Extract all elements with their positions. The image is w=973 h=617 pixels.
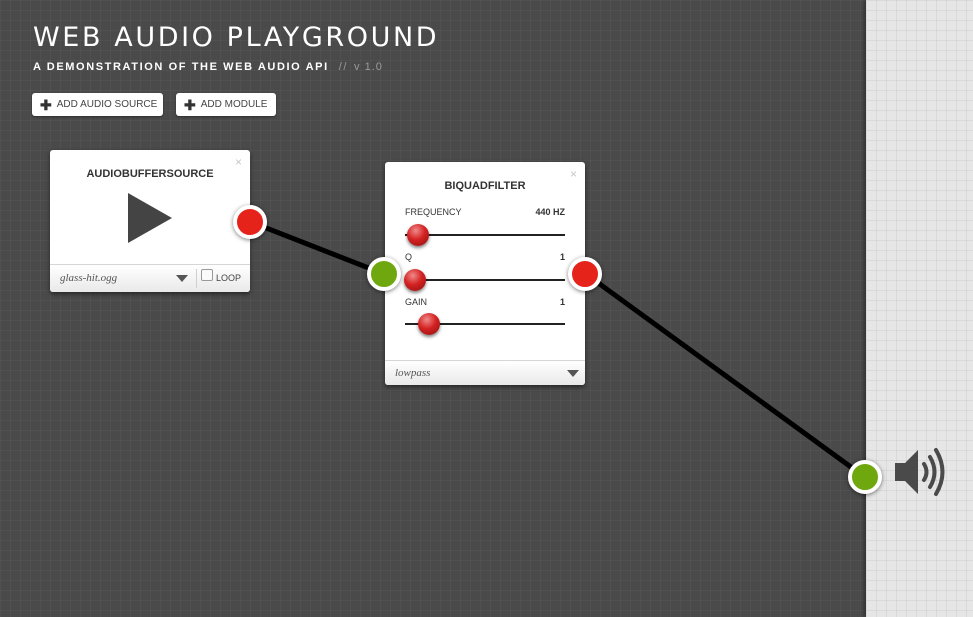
- filter-type-value: lowpass: [395, 367, 431, 379]
- filter-type-select[interactable]: lowpass: [385, 360, 585, 385]
- frequency-label: FREQUENCY: [405, 207, 462, 217]
- q-label: Q: [405, 252, 413, 262]
- chevron-down-icon: [176, 275, 188, 282]
- chevron-down-icon: [567, 370, 579, 377]
- cable-filter-to-output[interactable]: [584, 271, 868, 481]
- file-select[interactable]: glass-hit.ogg: [50, 265, 196, 292]
- filter-output-port[interactable]: [568, 257, 602, 291]
- close-icon[interactable]: ×: [235, 156, 242, 168]
- play-icon[interactable]: [128, 193, 172, 243]
- biquad-filter-module[interactable]: × BIQUADFILTER FREQUENCY 440 HZ Q 1 GAIN…: [385, 162, 585, 385]
- frequency-slider-knob[interactable]: [406, 224, 429, 246]
- footer-divider: [196, 269, 197, 288]
- q-value: 1: [559, 252, 565, 262]
- frequency-slider[interactable]: [405, 234, 565, 236]
- module-title: BIQUADFILTER: [444, 180, 526, 192]
- destination-input-port[interactable]: [848, 460, 882, 494]
- module-title: AUDIOBUFFERSOURCE: [86, 168, 214, 180]
- gain-slider-knob[interactable]: [418, 313, 440, 335]
- close-icon[interactable]: ×: [570, 168, 577, 180]
- q-slider-knob[interactable]: [403, 269, 426, 291]
- source-output-port[interactable]: [233, 205, 267, 239]
- audio-buffer-source-module[interactable]: × AUDIOBUFFERSOURCE glass-hit.ogg LOOP: [50, 150, 250, 292]
- file-select-value: glass-hit.ogg: [60, 272, 118, 284]
- gain-value: 1: [559, 297, 565, 307]
- q-slider[interactable]: [405, 279, 565, 281]
- cable-source-to-filter[interactable]: [250, 219, 385, 277]
- module-footer: glass-hit.ogg LOOP: [50, 264, 250, 292]
- loop-checkbox[interactable]: [201, 269, 213, 281]
- gain-label: GAIN: [405, 297, 428, 307]
- playground-canvas[interactable]: WEB AUDIO PLAYGROUND A DEMONSTRATION OF …: [0, 0, 973, 617]
- speaker-icon: [895, 448, 945, 496]
- frequency-value: 440 HZ: [535, 207, 565, 217]
- loop-label: LOOP: [216, 273, 242, 283]
- filter-input-port[interactable]: [367, 257, 401, 291]
